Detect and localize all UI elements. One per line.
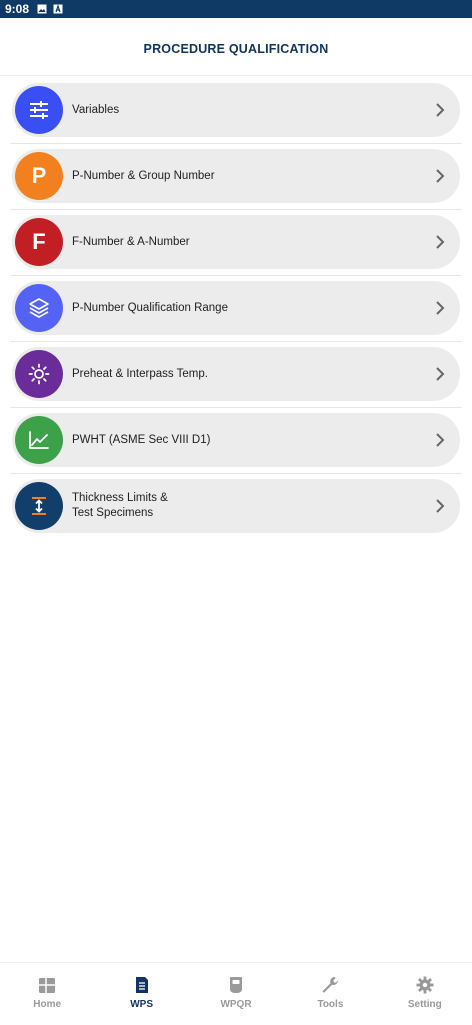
menu-item-f-number[interactable]: F F-Number & A-Number	[12, 215, 460, 269]
menu-icon-circle: F	[15, 218, 63, 266]
letter-p-icon: P	[31, 163, 47, 188]
document-icon	[135, 977, 148, 993]
chevron-right-icon	[436, 301, 445, 315]
nav-label: Tools	[317, 999, 344, 1010]
nav-label: Setting	[407, 999, 442, 1010]
home-grid-icon	[39, 978, 56, 993]
app-header: PROCEDURE QUALIFICATION	[0, 18, 472, 76]
label-line-1: Thickness Limits &	[72, 492, 168, 504]
gear-icon	[416, 976, 434, 994]
bottom-nav: Home WPS WPQR Tools Setting	[0, 962, 472, 1025]
nav-wpqr[interactable]: WPQR	[189, 963, 283, 1025]
thickness-icon	[32, 497, 46, 515]
status-bar: 9:08	[0, 0, 472, 18]
image-icon	[37, 4, 47, 14]
menu-item-qualification-range[interactable]: P-Number Qualification Range	[12, 281, 460, 335]
menu-item-label: P-Number Qualification Range	[72, 301, 228, 314]
line-chart-icon	[29, 431, 49, 449]
menu-item-p-number[interactable]: P P-Number & Group Number	[12, 149, 460, 203]
page-title: PROCEDURE QUALIFICATION	[143, 41, 329, 56]
sliders-icon	[30, 101, 48, 119]
layers-icon	[29, 298, 49, 318]
menu-icon-circle	[15, 350, 63, 398]
chevron-right-icon	[436, 433, 445, 447]
sun-icon	[28, 363, 50, 385]
menu-icon-circle	[15, 86, 63, 134]
menu-item-label: PWHT (ASME Sec VIII D1)	[72, 433, 211, 446]
nav-setting[interactable]: Setting	[378, 963, 472, 1025]
nav-tools[interactable]: Tools	[283, 963, 377, 1025]
chevron-right-icon	[436, 367, 445, 381]
menu-item-thickness-limits[interactable]: Thickness Limits & Test Specimens	[12, 479, 460, 533]
menu-item-variables[interactable]: Variables	[12, 83, 460, 137]
label-line-2: Test Specimens	[72, 507, 154, 519]
nav-wps[interactable]: WPS	[94, 963, 188, 1025]
menu-icon-circle	[15, 482, 63, 530]
letter-f-icon: F	[32, 229, 46, 254]
chevron-right-icon	[436, 499, 445, 513]
chevron-right-icon	[436, 235, 445, 249]
nav-home[interactable]: Home	[0, 963, 94, 1025]
a-box-icon	[53, 4, 63, 14]
menu-item-label: Preheat & Interpass Temp.	[72, 367, 208, 380]
menu-icon-circle	[15, 416, 63, 464]
menu-icon-circle	[15, 284, 63, 332]
wrench-icon	[322, 977, 339, 993]
nav-label: Home	[33, 999, 62, 1010]
menu-item-label: F-Number & A-Number	[72, 235, 190, 248]
menu-icon-circle: P	[15, 152, 63, 200]
menu-item-label: Thickness Limits & Test Specimens	[72, 491, 434, 521]
chevron-right-icon	[436, 169, 445, 183]
menu-item-label: P-Number & Group Number	[72, 169, 215, 182]
welder-mask-icon	[230, 977, 243, 993]
nav-label: WPQR	[220, 999, 252, 1010]
menu-item-preheat[interactable]: Preheat & Interpass Temp.	[12, 347, 460, 401]
menu-item-label: Variables	[72, 103, 120, 116]
chevron-right-icon	[436, 103, 445, 117]
nav-label: WPS	[130, 999, 153, 1010]
status-time: 9:08	[5, 2, 30, 16]
menu-item-pwht[interactable]: PWHT (ASME Sec VIII D1)	[12, 413, 460, 467]
menu-list: Variables P P-Number & Group Number F F-…	[0, 83, 472, 545]
